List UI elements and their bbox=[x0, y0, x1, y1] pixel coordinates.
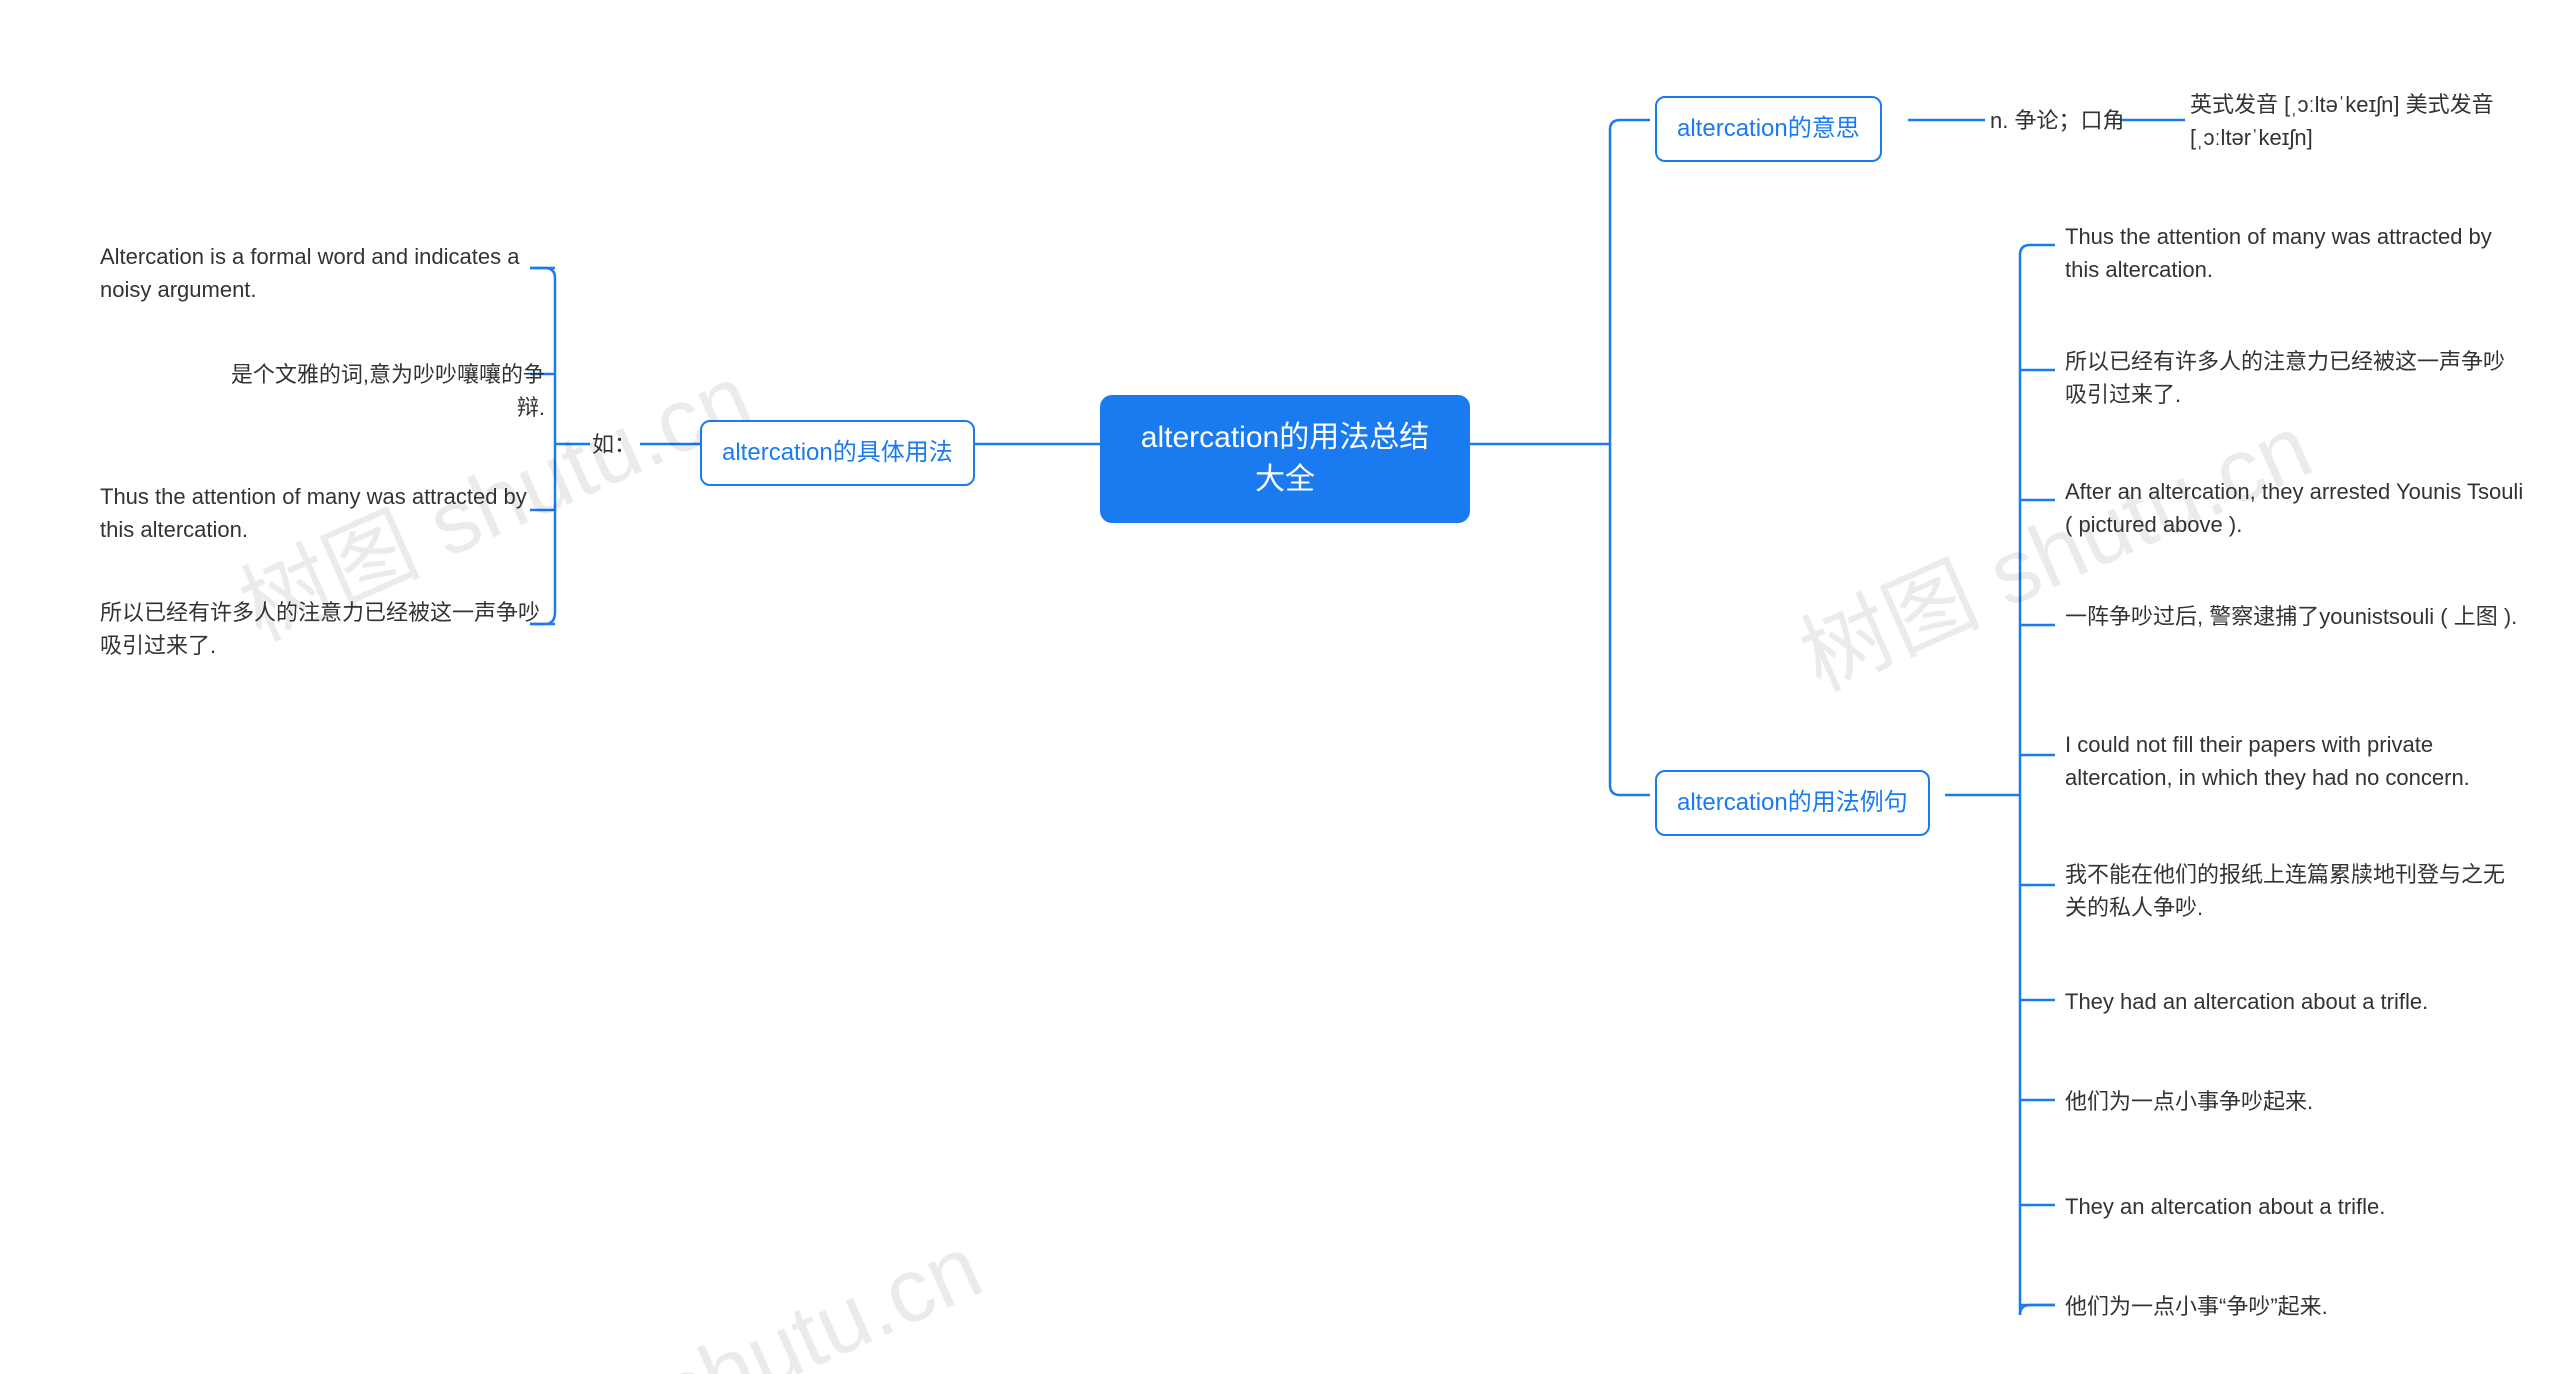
root-node[interactable]: altercation的用法总结大全 bbox=[1100, 395, 1470, 523]
mindmap-canvas: 树图 shutu.cn 树图 shutu.cn 树图 shutu.cn alte… bbox=[0, 0, 2560, 1374]
usage-leaf-1: Altercation is a formal word and indicat… bbox=[100, 240, 540, 306]
example-7: They had an altercation about a trifle. bbox=[2065, 985, 2525, 1018]
usage-leaf-3: Thus the attention of many was attracted… bbox=[100, 480, 540, 546]
branch-meaning[interactable]: altercation的意思 bbox=[1655, 96, 1882, 162]
usage-leaf-4: 所以已经有许多人的注意力已经被这一声争吵吸引过来了. bbox=[100, 596, 540, 662]
example-10: 他们为一点小事“争吵”起来. bbox=[2065, 1290, 2525, 1323]
branch-examples[interactable]: altercation的用法例句 bbox=[1655, 770, 1930, 836]
example-5: I could not fill their papers with priva… bbox=[2065, 728, 2535, 794]
connectors-svg bbox=[0, 0, 2560, 1374]
usage-leaf-2: 是个文雅的词,意为吵吵嚷嚷的争辩. bbox=[205, 358, 545, 424]
example-6: 我不能在他们的报纸上连篇累牍地刊登与之无关的私人争吵. bbox=[2065, 858, 2525, 924]
example-4: 一阵争吵过后, 警察逮捕了younistsouli ( 上图 ). bbox=[2065, 600, 2525, 633]
example-1: Thus the attention of many was attracted… bbox=[2065, 220, 2525, 286]
node-eg[interactable]: 如： bbox=[592, 428, 636, 461]
branch-usage[interactable]: altercation的具体用法 bbox=[700, 420, 975, 486]
meaning-pos: n. 争论；口角 bbox=[1990, 104, 2124, 137]
watermark: 树图 shutu.cn bbox=[1777, 375, 2328, 716]
watermark: 树图 shutu.cn bbox=[447, 1195, 998, 1374]
example-2: 所以已经有许多人的注意力已经被这一声争吵吸引过来了. bbox=[2065, 345, 2525, 411]
example-8: 他们为一点小事争吵起来. bbox=[2065, 1085, 2525, 1118]
meaning-pronunciation: 英式发音 [ˌɔːltəˈkeɪʃn] 美式发音 [ˌɔːltərˈkeɪʃn] bbox=[2190, 88, 2550, 154]
example-9: They an altercation about a trifle. bbox=[2065, 1190, 2525, 1223]
example-3: After an altercation, they arrested Youn… bbox=[2065, 475, 2525, 541]
